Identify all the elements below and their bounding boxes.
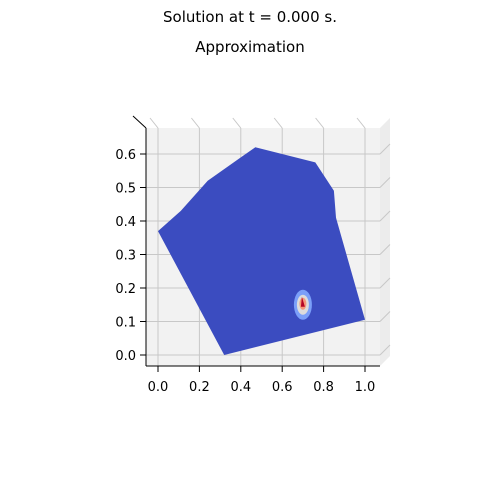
x-grid-line-top (356, 117, 366, 129)
y-tick-label: 0.1 (115, 316, 136, 331)
x-grid-line-top (191, 117, 200, 129)
y-tick-label: 0.2 (115, 282, 136, 297)
x-tick-label: 0.0 (148, 380, 169, 395)
solution-peak (293, 289, 312, 320)
y-tick-label: 0.6 (115, 148, 136, 163)
surface-plot: 0.0 0.2 0.4 0.6 0.8 1.0 0.0 0.1 0.2 0.3 0.4 0.5 0.6 (115, 115, 391, 395)
y-axis-ticks: 0.0 0.1 0.2 0.3 0.4 0.5 0.6 (115, 148, 146, 364)
x-tick-label: 0.4 (230, 380, 251, 395)
x-tick-label: 1.0 (355, 380, 376, 395)
y-tick-label: 0.3 (115, 249, 136, 264)
side-pane (380, 118, 390, 366)
x-tick-label: 0.6 (272, 380, 293, 395)
x-grid-line-top (232, 117, 242, 129)
y-tick-label: 0.5 (115, 182, 136, 197)
x-grid-line-top (315, 117, 324, 129)
y-tick-label: 0.0 (115, 349, 136, 364)
y-tick-label: 0.4 (115, 215, 136, 230)
x-grid-line-top (273, 117, 283, 129)
x-grid-line-top (149, 117, 159, 129)
x-axis-ticks: 0.0 0.2 0.4 0.6 0.8 1.0 (148, 366, 376, 395)
z-axis-line (132, 115, 147, 129)
x-tick-label: 0.8 (313, 380, 334, 395)
x-tick-label: 0.2 (189, 380, 210, 395)
